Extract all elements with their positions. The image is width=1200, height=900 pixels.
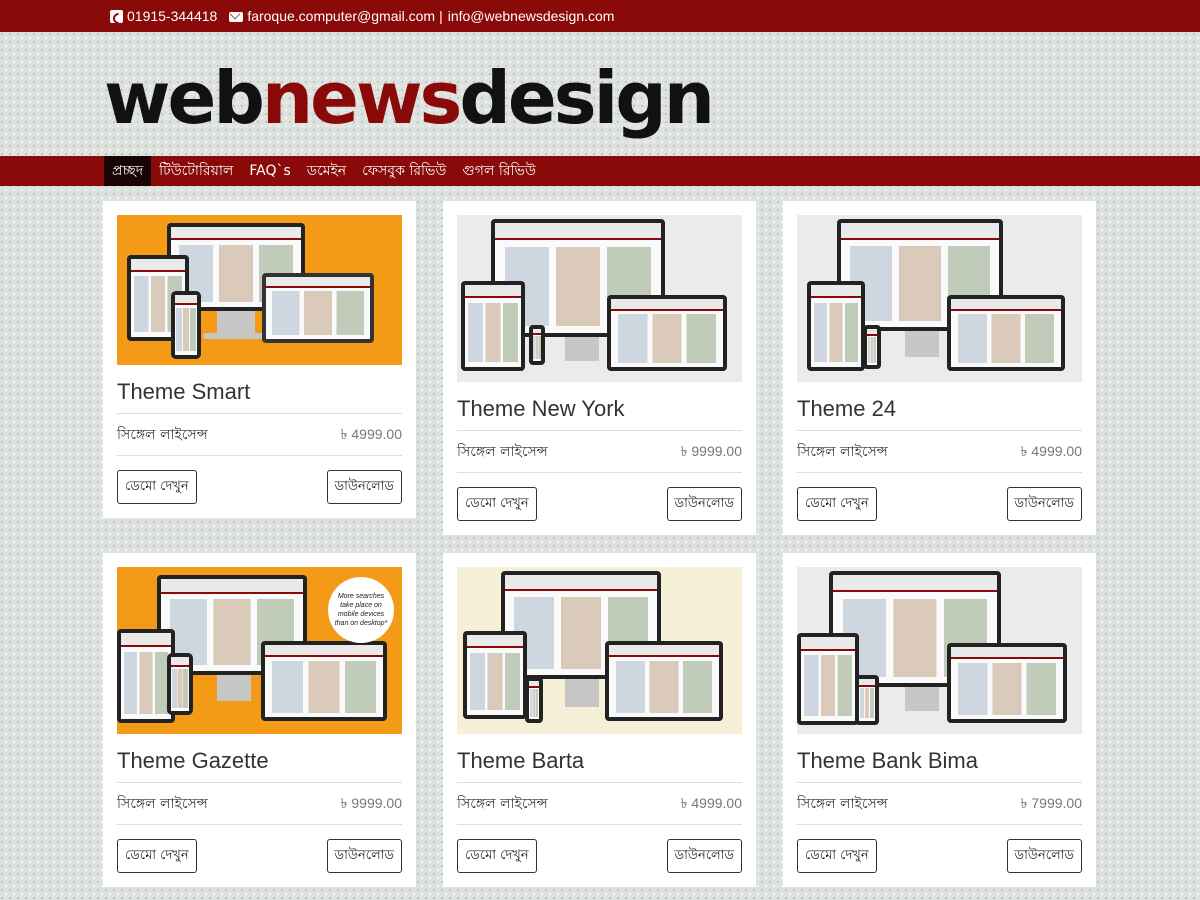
demo-button[interactable]: ডেমো দেখুন: [797, 487, 877, 521]
promo-bubble: More searches take place on mobile devic…: [328, 577, 394, 643]
product-title[interactable]: Theme Bank Bima: [797, 748, 1082, 783]
nav-item-tutorial[interactable]: টিউটোরিয়াল: [151, 156, 241, 186]
product-card: Theme Smart সিঙ্গেল লাইসেন্স ৳ 4999.00 ড…: [103, 201, 416, 518]
product-price: ৳ 9999.00: [680, 442, 742, 459]
envelope-icon: [229, 12, 244, 22]
product-price: ৳ 4999.00: [680, 794, 742, 811]
email-primary: faroque.computer@gmail.com: [247, 8, 436, 24]
product-title[interactable]: Theme Smart: [117, 379, 402, 414]
product-thumbnail[interactable]: [797, 215, 1082, 382]
download-button[interactable]: ডাউনলোড: [1006, 839, 1082, 873]
download-button[interactable]: ডাউনলোড: [666, 839, 742, 873]
license-label: সিঙ্গেল লাইসেন্স: [117, 426, 208, 443]
product-card: Theme New York সিঙ্গেল লাইসেন্স ৳ 9999.0…: [443, 201, 756, 535]
product-license-row: সিঙ্গেল লাইসেন্স ৳ 9999.00: [457, 431, 742, 473]
product-price: ৳ 9999.00: [340, 794, 402, 811]
site-logo[interactable]: webnewsdesign: [104, 56, 715, 140]
product-card: More searches take place on mobile devic…: [103, 553, 416, 887]
license-label: সিঙ্গেল লাইসেন্স: [117, 795, 208, 812]
product-title[interactable]: Theme 24: [797, 396, 1082, 431]
email-secondary[interactable]: info@webnewsdesign.com: [448, 8, 615, 24]
license-label: সিঙ্গেল লাইসেন্স: [797, 443, 888, 460]
nav-item-google-review[interactable]: গুগল রিভিউ: [454, 156, 544, 186]
top-contact-bar: 01915-344418 faroque.computer@gmail.com …: [0, 0, 1200, 32]
download-button[interactable]: ডাউনলোড: [326, 839, 402, 873]
license-label: সিঙ্গেল লাইসেন্স: [457, 795, 548, 812]
product-card: Theme 24 সিঙ্গেল লাইসেন্স ৳ 4999.00 ডেমো…: [783, 201, 1096, 535]
phone-number: 01915-344418: [127, 8, 218, 24]
product-license-row: সিঙ্গেল লাইসেন্স ৳ 4999.00: [457, 783, 742, 825]
demo-button[interactable]: ডেমো দেখুন: [117, 470, 197, 504]
demo-button[interactable]: ডেমো দেখুন: [457, 839, 537, 873]
main-nav: প্রচ্ছদ টিউটোরিয়াল FAQ`s ডমেইন ফেসবুক র…: [0, 156, 1200, 186]
phone-contact[interactable]: 01915-344418: [110, 8, 217, 24]
license-label: সিঙ্গেল লাইসেন্স: [797, 795, 888, 812]
product-license-row: সিঙ্গেল লাইসেন্স ৳ 4999.00: [797, 431, 1082, 473]
product-price: ৳ 7999.00: [1020, 794, 1082, 811]
product-license-row: সিঙ্গেল লাইসেন্স ৳ 9999.00: [117, 783, 402, 825]
logo-part-web: web: [104, 56, 265, 140]
demo-button[interactable]: ডেমো দেখুন: [457, 487, 537, 521]
product-license-row: সিঙ্গেল লাইসেন্স ৳ 7999.00: [797, 783, 1082, 825]
license-label: সিঙ্গেল লাইসেন্স: [457, 443, 548, 460]
product-title[interactable]: Theme New York: [457, 396, 742, 431]
nav-item-facebook-review[interactable]: ফেসবুক রিভিউ: [354, 156, 454, 186]
product-title[interactable]: Theme Barta: [457, 748, 742, 783]
download-button[interactable]: ডাউনলোড: [326, 470, 402, 504]
nav-item-home[interactable]: প্রচ্ছদ: [104, 156, 152, 186]
phone-icon: [110, 10, 123, 23]
logo-part-news: news: [261, 56, 462, 140]
product-thumbnail[interactable]: [457, 215, 742, 382]
product-title[interactable]: Theme Gazette: [117, 748, 402, 783]
product-thumbnail[interactable]: [117, 215, 402, 365]
product-license-row: সিঙ্গেল লাইসেন্স ৳ 4999.00: [117, 414, 402, 456]
logo-part-design: design: [459, 56, 715, 140]
nav-item-faq[interactable]: FAQ`s: [241, 156, 298, 186]
product-thumbnail[interactable]: [457, 567, 742, 734]
demo-button[interactable]: ডেমো দেখুন: [117, 839, 197, 873]
product-card: Theme Bank Bima সিঙ্গেল লাইসেন্স ৳ 7999.…: [783, 553, 1096, 887]
download-button[interactable]: ডাউনলোড: [666, 487, 742, 521]
product-price: ৳ 4999.00: [1020, 442, 1082, 459]
download-button[interactable]: ডাউনলোড: [1006, 487, 1082, 521]
email-contact[interactable]: faroque.computer@gmail.com: [229, 8, 435, 24]
product-card: Theme Barta সিঙ্গেল লাইসেন্স ৳ 4999.00 ড…: [443, 553, 756, 887]
product-price: ৳ 4999.00: [340, 425, 402, 442]
demo-button[interactable]: ডেমো দেখুন: [797, 839, 877, 873]
product-thumbnail[interactable]: [797, 567, 1082, 734]
contact-separator: |: [439, 8, 443, 24]
product-thumbnail[interactable]: More searches take place on mobile devic…: [117, 567, 402, 734]
nav-item-domain[interactable]: ডমেইন: [299, 156, 354, 186]
